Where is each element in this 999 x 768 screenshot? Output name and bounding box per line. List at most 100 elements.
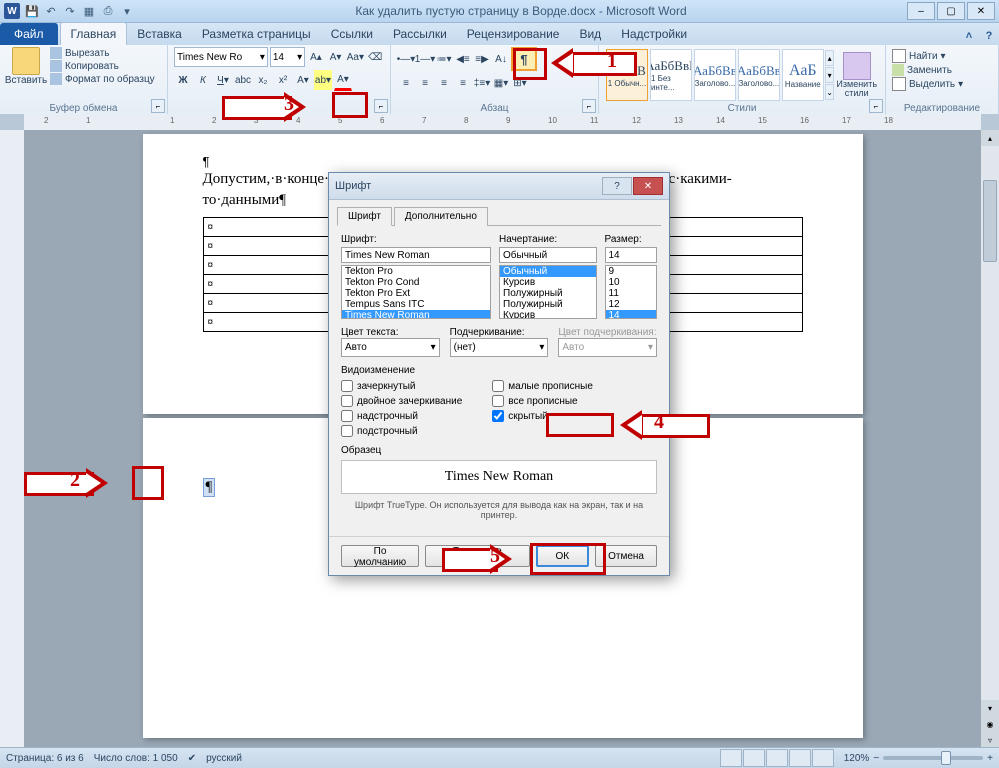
highlight-button[interactable]: ab▾ [314,70,332,90]
zoom-in-button[interactable]: + [987,753,993,764]
subscript-button[interactable]: x₂ [254,70,272,90]
underline-combo[interactable]: (нет)▾ [450,338,549,357]
sort-button[interactable]: A↓ [492,49,510,69]
maximize-button[interactable]: ▢ [937,2,965,20]
decrease-indent-button[interactable]: ◀≡ [454,49,472,69]
qat-print-icon[interactable]: ⎙ [100,3,116,19]
align-left-button[interactable]: ≡ [397,73,415,93]
multilevel-button[interactable]: ≔▾ [435,49,453,69]
scroll-down-icon[interactable]: ▾ [981,700,999,716]
font-dialog-launcher[interactable]: ⌐ [374,99,388,113]
allcaps-checkbox[interactable]: все прописные [492,395,593,407]
replace-button[interactable]: Заменить [892,64,992,76]
font-size-input[interactable] [605,247,658,263]
hidden-checkbox[interactable]: скрытый [492,410,593,422]
set-default-button[interactable]: По умолчанию [341,545,419,567]
styles-dialog-launcher[interactable]: ⌐ [869,99,883,113]
clear-format-button[interactable]: ⌫ [366,47,384,67]
qat-new-icon[interactable]: ▦ [81,3,97,19]
tab-review[interactable]: Рецензирование [457,23,570,45]
zoom-slider[interactable] [883,756,983,760]
increase-indent-button[interactable]: ≡▶ [473,49,491,69]
dialog-close-icon[interactable]: ✕ [633,177,663,195]
outline-view[interactable] [789,749,811,767]
size-list[interactable]: 9 10 11 12 14 [605,265,658,319]
ribbon-minimize-icon[interactable]: ˄ [959,27,979,45]
close-button[interactable]: ✕ [967,2,995,20]
font-name-combo[interactable]: Times New Ro▾ [174,47,268,67]
scroll-thumb[interactable] [983,180,997,262]
font-style-input[interactable] [499,247,597,263]
font-size-combo[interactable]: 14▾ [270,47,305,67]
style-list[interactable]: Обычный Курсив Полужирный Полужирный Кур… [499,265,597,319]
bullets-button[interactable]: •―▾ [397,49,415,69]
paste-button[interactable]: Вставить [6,47,46,86]
next-page-icon[interactable]: ▿ [981,732,999,748]
qat-more-icon[interactable]: ▾ [119,3,135,19]
tab-insert[interactable]: Вставка [127,23,192,45]
selected-paragraph-mark[interactable]: ¶ [203,478,216,497]
qat-undo-icon[interactable]: ↶ [43,3,59,19]
numbering-button[interactable]: 1―▾ [416,49,434,69]
language-status[interactable]: русский [206,753,242,764]
dialog-titlebar[interactable]: Шрифт ? ✕ [329,173,669,200]
tab-mailings[interactable]: Рассылки [383,23,457,45]
style-normal[interactable]: АаБбВ1 Обычн... [606,49,648,101]
double-strike-checkbox[interactable]: двойное зачеркивание [341,395,462,407]
format-painter-button[interactable]: Формат по образцу [50,73,155,85]
show-hide-marks-button[interactable]: ¶ [511,47,537,71]
style-heading1[interactable]: АаБбВвЗаголово... [694,49,736,101]
superscript-button[interactable]: x² [274,70,292,90]
subscript-checkbox[interactable]: подстрочный [341,425,462,437]
dialog-tab-font[interactable]: Шрифт [337,207,392,226]
cancel-button[interactable]: Отмена [595,545,657,567]
draft-view[interactable] [812,749,834,767]
help-icon[interactable]: ? [979,27,999,45]
cut-button[interactable]: Вырезать [50,47,155,59]
bold-button[interactable]: Ж [174,70,192,90]
fullscreen-view[interactable] [743,749,765,767]
borders-button[interactable]: ⊞▾ [511,73,529,93]
align-center-button[interactable]: ≡ [416,73,434,93]
justify-button[interactable]: ≡ [454,73,472,93]
paragraph-dialog-launcher[interactable]: ⌐ [582,99,596,113]
styles-scroll[interactable]: ▴▾⌄ [825,49,835,101]
tab-view[interactable]: Вид [569,23,611,45]
align-right-button[interactable]: ≡ [435,73,453,93]
italic-button[interactable]: К [194,70,212,90]
font-color-button[interactable]: A▾ [334,69,352,91]
ok-button[interactable]: ОК [536,545,590,567]
text-effects-button[interactable]: Текстовые эффекты... [425,545,529,567]
font-list[interactable]: Tekton Pro Tekton Pro Cond Tekton Pro Ex… [341,265,491,319]
strike-checkbox[interactable]: зачеркнутый [341,380,462,392]
underline-button[interactable]: Ч▾ [214,70,232,90]
tab-home[interactable]: Главная [60,22,128,45]
smallcaps-checkbox[interactable]: малые прописные [492,380,593,392]
style-heading2[interactable]: АаБбВвЗаголово... [738,49,780,101]
dialog-help-icon[interactable]: ? [602,177,632,195]
zoom-level[interactable]: 120% [844,753,870,764]
select-button[interactable]: Выделить ▾ [892,77,992,91]
shading-button[interactable]: ▦▾ [492,73,510,93]
web-layout-view[interactable] [766,749,788,767]
find-button[interactable]: Найти ▾ [892,49,992,63]
change-styles-button[interactable]: Изменить стили [836,49,877,101]
change-case-button[interactable]: Aa▾ [346,47,364,67]
tab-page-layout[interactable]: Разметка страницы [192,23,321,45]
print-layout-view[interactable] [720,749,742,767]
tab-addins[interactable]: Надстройки [611,23,697,45]
prev-page-icon[interactable]: ◉ [981,716,999,732]
text-effects-button[interactable]: A▾ [294,70,312,90]
shrink-font-button[interactable]: A▾ [327,47,345,67]
horizontal-ruler[interactable]: 21123456789101112131415161718 [24,114,981,131]
tab-references[interactable]: Ссылки [321,23,383,45]
dialog-tab-advanced[interactable]: Дополнительно [394,207,488,226]
copy-button[interactable]: Копировать [50,60,155,72]
word-count[interactable]: Число слов: 1 050 [94,753,178,764]
style-title[interactable]: АаБНазвание [782,49,824,101]
font-name-input[interactable] [341,247,491,263]
strike-button[interactable]: abc [234,70,252,90]
spellcheck-icon[interactable]: ✔ [188,753,196,764]
line-spacing-button[interactable]: ‡≡▾ [473,73,491,93]
page-status[interactable]: Страница: 6 из 6 [6,753,84,764]
